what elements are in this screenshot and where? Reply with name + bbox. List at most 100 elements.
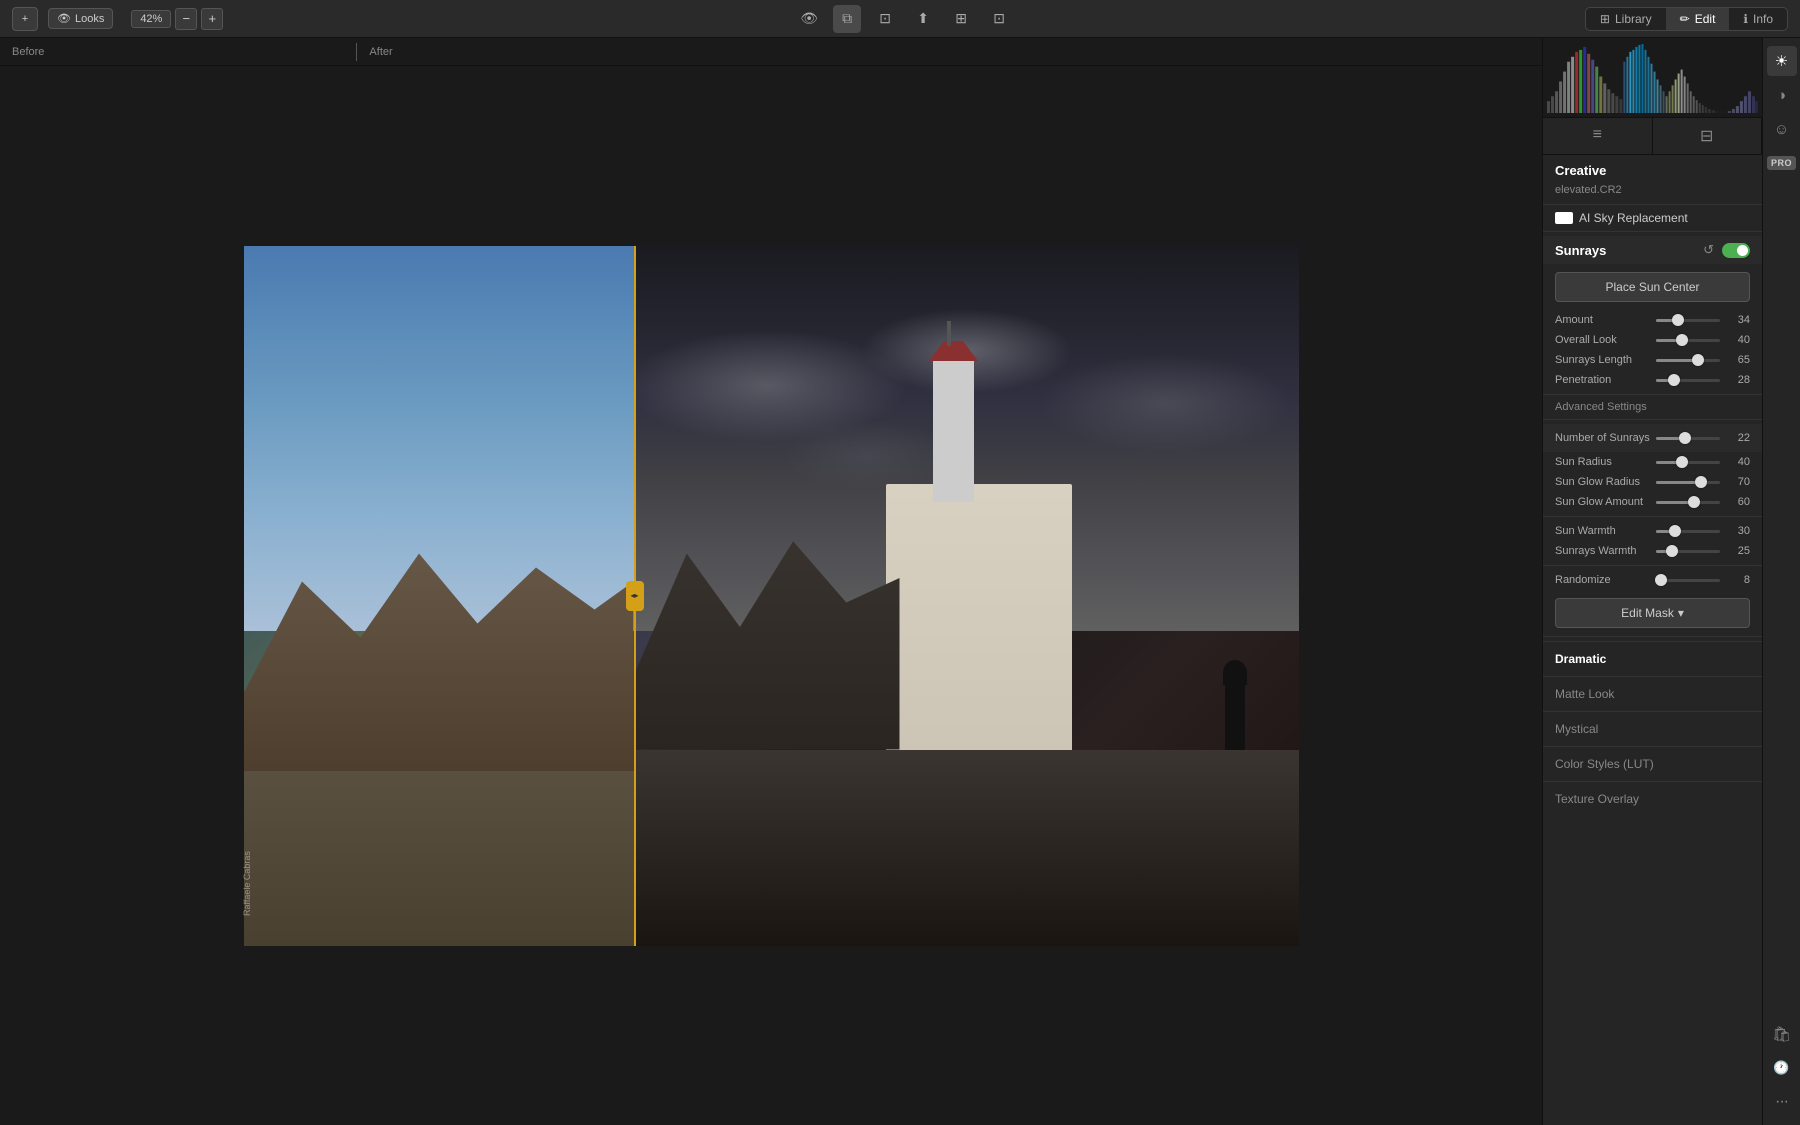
color-wheel-icon-btn[interactable]: ◑ xyxy=(1767,80,1797,110)
sunrays-reset-button[interactable]: ↺ xyxy=(1703,242,1714,258)
slider-value-penetration: 28 xyxy=(1726,374,1750,386)
add-button[interactable]: + xyxy=(12,7,38,31)
clock-icon-btn[interactable]: 🕐 xyxy=(1767,1053,1797,1083)
slider-label-sun-warmth: Sun Warmth xyxy=(1555,525,1650,537)
panel-filename: elevated.CR2 xyxy=(1543,182,1762,204)
slider-track-sunrays-warmth[interactable] xyxy=(1656,550,1720,553)
grid-button[interactable]: ⊞ xyxy=(947,5,975,33)
main-content: Before After xyxy=(0,38,1800,1125)
slider-value-sunrays-length: 65 xyxy=(1726,354,1750,366)
slider-thumb-sunrays-warmth[interactable] xyxy=(1666,545,1678,557)
canvas-container[interactable]: ◂▸ Raffaele Cabras xyxy=(0,66,1542,1125)
slider-row-sun-radius: Sun Radius 40 xyxy=(1543,452,1762,472)
crop-button[interactable]: ⊡ xyxy=(871,5,899,33)
zoom-value[interactable]: 42% xyxy=(131,10,171,28)
slider-thumb-randomize[interactable] xyxy=(1655,574,1667,586)
slider-track-overall-look[interactable] xyxy=(1656,339,1720,342)
right-panel: ≡ ⊟ Creative elevated.CR2 AI Sky Replace… xyxy=(1542,38,1762,1125)
matte-look-label: Matte Look xyxy=(1555,687,1614,701)
ai-sky-label: AI Sky Replacement xyxy=(1579,211,1688,225)
sunrays-toggle[interactable] xyxy=(1722,243,1750,258)
advanced-settings-toggle[interactable]: Advanced Settings xyxy=(1543,394,1762,420)
advanced-settings-label: Advanced Settings xyxy=(1555,401,1647,413)
slider-thumb-num-sunrays[interactable] xyxy=(1679,432,1691,444)
slider-track-amount[interactable] xyxy=(1656,319,1720,322)
tab-layout-icon[interactable]: ⊟ xyxy=(1653,118,1763,154)
slider-row-overall-look: Overall Look 40 xyxy=(1543,330,1762,350)
looks-button[interactable]: 👁 Looks xyxy=(48,8,113,29)
split-line[interactable]: ◂▸ xyxy=(634,246,636,946)
tab-library[interactable]: ⊞ Library xyxy=(1586,8,1666,30)
bottom-item-matte-look[interactable]: Matte Look xyxy=(1543,676,1762,711)
slider-thumb-amount[interactable] xyxy=(1672,314,1684,326)
slider-value-sun-glow-radius: 70 xyxy=(1726,476,1750,488)
slider-thumb-sun-glow-amount[interactable] xyxy=(1688,496,1700,508)
tab-panels-toggle[interactable]: ≡ xyxy=(1543,118,1653,154)
slider-label-sun-glow-radius: Sun Glow Radius xyxy=(1555,476,1650,488)
slider-track-sun-glow-radius[interactable] xyxy=(1656,481,1720,484)
edit-mask-arrow-icon: ▾ xyxy=(1678,606,1684,620)
slider-thumb-overall-look[interactable] xyxy=(1676,334,1688,346)
more-icon-btn[interactable]: ··· xyxy=(1767,1087,1797,1117)
slider-value-randomize: 8 xyxy=(1726,574,1750,586)
slider-track-sun-warmth[interactable] xyxy=(1656,530,1720,533)
pro-badge: PRO xyxy=(1767,156,1796,170)
slider-track-penetration[interactable] xyxy=(1656,379,1720,382)
bottom-item-mystical[interactable]: Mystical xyxy=(1543,711,1762,746)
slider-value-sun-glow-amount: 60 xyxy=(1726,496,1750,508)
slider-value-amount: 34 xyxy=(1726,314,1750,326)
slider-thumb-sun-glow-radius[interactable] xyxy=(1695,476,1707,488)
place-sun-center-button[interactable]: Place Sun Center xyxy=(1555,272,1750,302)
before-after-bar: Before After xyxy=(0,38,1542,66)
panel-tabs-row: ≡ ⊟ xyxy=(1543,118,1762,155)
slider-value-overall-look: 40 xyxy=(1726,334,1750,346)
panels-toggle-icon: ≡ xyxy=(1593,126,1602,143)
slider-thumb-sun-radius[interactable] xyxy=(1676,456,1688,468)
slider-thumb-penetration[interactable] xyxy=(1668,374,1680,386)
slider-track-num-sunrays[interactable] xyxy=(1656,437,1720,440)
fullscreen-button[interactable]: ⊡ xyxy=(985,5,1013,33)
pro-icon-btn[interactable]: PRO xyxy=(1767,148,1797,178)
bag-icon-btn[interactable]: 🛍 xyxy=(1767,1019,1797,1049)
bottom-item-texture-overlay[interactable]: Texture Overlay xyxy=(1543,781,1762,816)
sunrays-title: Sunrays xyxy=(1555,243,1703,258)
bottom-item-color-styles[interactable]: Color Styles (LUT) xyxy=(1543,746,1762,781)
color-styles-label: Color Styles (LUT) xyxy=(1555,757,1654,771)
sunrays-number-section: Number of Sunrays 22 xyxy=(1543,424,1762,452)
looks-icon: 👁 xyxy=(57,12,71,25)
tab-edit[interactable]: ✏ Edit xyxy=(1666,8,1730,30)
split-handle[interactable]: ◂▸ xyxy=(626,581,644,611)
ai-sky-row[interactable]: AI Sky Replacement xyxy=(1543,204,1762,232)
sunrays-controls: ↺ xyxy=(1703,242,1750,258)
right-section: ≡ ⊟ Creative elevated.CR2 AI Sky Replace… xyxy=(1542,38,1800,1125)
preview-button[interactable]: 👁 xyxy=(795,5,823,33)
tab-info-label: Info xyxy=(1753,12,1773,26)
slider-thumb-sunrays-length[interactable] xyxy=(1692,354,1704,366)
slider-track-sun-glow-amount[interactable] xyxy=(1656,501,1720,504)
ai-sky-icon xyxy=(1555,212,1573,224)
layout-icon: ⊟ xyxy=(1700,128,1713,145)
sun-edit-icon-btn[interactable]: ☀ xyxy=(1767,46,1797,76)
slider-track-sun-radius[interactable] xyxy=(1656,461,1720,464)
mystical-label: Mystical xyxy=(1555,722,1598,736)
edit-mask-button[interactable]: Edit Mask ▾ xyxy=(1555,598,1750,628)
zoom-out-button[interactable]: − xyxy=(175,8,197,30)
face-icon-btn[interactable]: ☺ xyxy=(1767,114,1797,144)
slider-row-sunrays-length: Sunrays Length 65 xyxy=(1543,350,1762,370)
tab-info[interactable]: ℹ Info xyxy=(1729,8,1787,30)
slider-value-sunrays-warmth: 25 xyxy=(1726,545,1750,557)
slider-track-sunrays-length[interactable] xyxy=(1656,359,1720,362)
bottom-item-dramatic[interactable]: Dramatic xyxy=(1543,641,1762,676)
slider-label-randomize: Randomize xyxy=(1555,574,1650,586)
slider-row-amount: Amount 34 xyxy=(1543,310,1762,330)
histogram-area xyxy=(1543,38,1762,118)
slider-row-sun-glow-radius: Sun Glow Radius 70 xyxy=(1543,472,1762,492)
export-button[interactable]: ⬆ xyxy=(909,5,937,33)
compare-button[interactable]: ⧉ xyxy=(833,5,861,33)
person-silhouette xyxy=(1225,666,1245,750)
slider-label-penetration: Penetration xyxy=(1555,374,1650,386)
zoom-in-button[interactable]: + xyxy=(201,8,223,30)
slider-label-sunrays-warmth: Sunrays Warmth xyxy=(1555,545,1650,557)
slider-track-randomize[interactable] xyxy=(1656,579,1720,582)
slider-thumb-sun-warmth[interactable] xyxy=(1669,525,1681,537)
